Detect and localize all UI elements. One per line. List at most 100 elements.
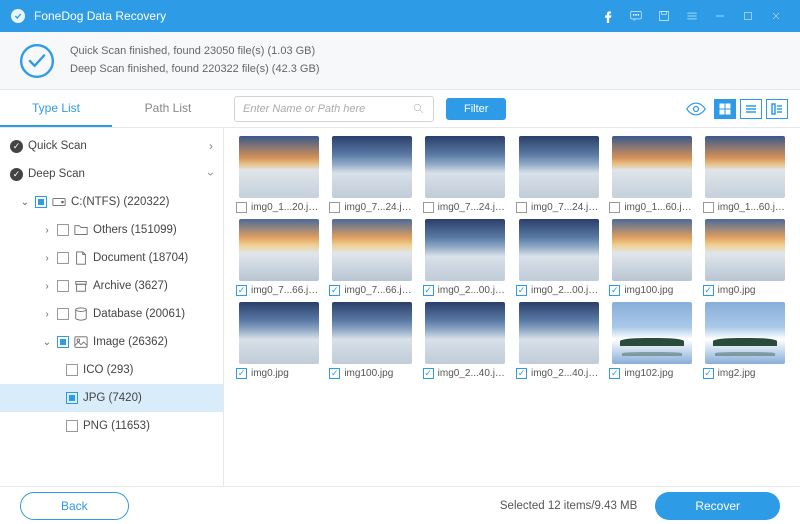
file-card[interactable]: img0_7...24.jpg — [327, 136, 416, 213]
file-thumbnail[interactable] — [239, 302, 319, 364]
view-list-icon[interactable] — [740, 99, 762, 119]
file-card[interactable]: img0_7...24.jpg — [421, 136, 510, 213]
facebook-icon[interactable] — [594, 2, 622, 30]
file-name: img100.jpg — [344, 368, 393, 379]
file-thumbnail[interactable] — [425, 136, 505, 198]
file-checkbox[interactable] — [516, 202, 527, 213]
file-thumbnail[interactable] — [705, 302, 785, 364]
save-icon[interactable] — [650, 2, 678, 30]
file-checkbox[interactable] — [609, 368, 620, 379]
file-checkbox[interactable] — [423, 285, 434, 296]
file-card[interactable]: img0_7...66.jpg — [234, 219, 323, 296]
file-checkbox[interactable] — [236, 368, 247, 379]
file-thumbnail[interactable] — [705, 219, 785, 281]
tree-quick-scan[interactable]: Quick Scan › — [0, 132, 223, 160]
file-thumbnail[interactable] — [519, 302, 599, 364]
search-input[interactable] — [243, 103, 412, 115]
file-card[interactable]: img0_7...24.jpg — [514, 136, 603, 213]
file-name: img0_7...24.jpg — [438, 202, 506, 213]
tree-image[interactable]: ⌄ Image (26362) — [0, 328, 223, 356]
file-card[interactable]: img0_1...60.jpg — [607, 136, 696, 213]
back-button[interactable]: Back — [20, 492, 129, 520]
minimize-icon[interactable] — [706, 2, 734, 30]
filter-button[interactable]: Filter — [446, 98, 506, 120]
file-thumbnail[interactable] — [612, 136, 692, 198]
file-card[interactable]: img0_1...20.jpg — [234, 136, 323, 213]
tree-archive[interactable]: › Archive (3627) — [0, 272, 223, 300]
preview-eye-icon[interactable] — [686, 102, 706, 116]
tree-document[interactable]: › Document (18704) — [0, 244, 223, 272]
recover-button[interactable]: Recover — [655, 492, 780, 520]
file-thumbnail[interactable] — [519, 136, 599, 198]
file-thumbnail[interactable] — [705, 136, 785, 198]
file-card[interactable]: img0_2...00.jpg — [421, 219, 510, 296]
tab-path-list[interactable]: Path List — [112, 91, 224, 127]
view-detail-icon[interactable] — [766, 99, 788, 119]
menu-icon[interactable] — [678, 2, 706, 30]
file-checkbox[interactable] — [609, 202, 620, 213]
file-thumbnail[interactable] — [239, 136, 319, 198]
file-card[interactable]: img0_2...40.jpg — [514, 302, 603, 379]
checkbox[interactable] — [57, 308, 69, 320]
checkbox[interactable] — [57, 336, 69, 348]
quick-scan-status: Quick Scan finished, found 23050 file(s)… — [70, 43, 319, 61]
checkbox[interactable] — [57, 280, 69, 292]
file-thumbnail[interactable] — [332, 136, 412, 198]
file-checkbox[interactable] — [236, 202, 247, 213]
file-name: img0_7...66.jpg — [344, 285, 412, 296]
file-card[interactable]: img0_2...00.jpg — [514, 219, 603, 296]
file-name: img100.jpg — [624, 285, 673, 296]
checkbox[interactable] — [57, 224, 69, 236]
app-logo-icon — [10, 8, 26, 24]
feedback-icon[interactable] — [622, 2, 650, 30]
tree-png[interactable]: PNG (11653) — [0, 412, 223, 440]
file-checkbox[interactable] — [329, 368, 340, 379]
file-card[interactable]: img0_2...40.jpg — [421, 302, 510, 379]
view-grid-icon[interactable] — [714, 99, 736, 119]
file-card[interactable]: img102.jpg — [607, 302, 696, 379]
file-checkbox[interactable] — [423, 368, 434, 379]
file-thumbnail[interactable] — [332, 302, 412, 364]
file-name: img0_2...40.jpg — [438, 368, 506, 379]
checkbox[interactable] — [66, 392, 78, 404]
file-card[interactable]: img0.jpg — [234, 302, 323, 379]
tree-others[interactable]: › Others (151099) — [0, 216, 223, 244]
file-thumbnail[interactable] — [612, 302, 692, 364]
toolbar: Type List Path List Filter — [0, 90, 800, 128]
file-checkbox[interactable] — [236, 285, 247, 296]
file-card[interactable]: img0_7...66.jpg — [327, 219, 416, 296]
file-checkbox[interactable] — [516, 285, 527, 296]
search-box[interactable] — [234, 96, 434, 122]
checkbox[interactable] — [57, 252, 69, 264]
tree-drive[interactable]: ⌄ C:(NTFS) (220322) — [0, 188, 223, 216]
file-thumbnail[interactable] — [332, 219, 412, 281]
file-card[interactable]: img100.jpg — [327, 302, 416, 379]
file-card[interactable]: img2.jpg — [701, 302, 790, 379]
file-checkbox[interactable] — [423, 202, 434, 213]
file-thumbnail[interactable] — [519, 219, 599, 281]
checkbox[interactable] — [66, 364, 78, 376]
file-thumbnail[interactable] — [612, 219, 692, 281]
checkbox[interactable] — [35, 196, 47, 208]
file-checkbox[interactable] — [703, 202, 714, 213]
maximize-icon[interactable] — [734, 2, 762, 30]
file-card[interactable]: img0.jpg — [701, 219, 790, 296]
file-thumbnail[interactable] — [425, 219, 505, 281]
file-checkbox[interactable] — [703, 285, 714, 296]
file-card[interactable]: img100.jpg — [607, 219, 696, 296]
file-thumbnail[interactable] — [239, 219, 319, 281]
close-icon[interactable] — [762, 2, 790, 30]
checkbox[interactable] — [66, 420, 78, 432]
file-checkbox[interactable] — [609, 285, 620, 296]
file-checkbox[interactable] — [329, 202, 340, 213]
file-checkbox[interactable] — [516, 368, 527, 379]
tab-type-list[interactable]: Type List — [0, 91, 112, 127]
tree-deep-scan[interactable]: Deep Scan › — [0, 160, 223, 188]
tree-jpg[interactable]: JPG (7420) — [0, 384, 223, 412]
tree-ico[interactable]: ICO (293) — [0, 356, 223, 384]
file-checkbox[interactable] — [329, 285, 340, 296]
file-card[interactable]: img0_1...60.jpg — [701, 136, 790, 213]
file-thumbnail[interactable] — [425, 302, 505, 364]
file-checkbox[interactable] — [703, 368, 714, 379]
tree-database[interactable]: › Database (20061) — [0, 300, 223, 328]
